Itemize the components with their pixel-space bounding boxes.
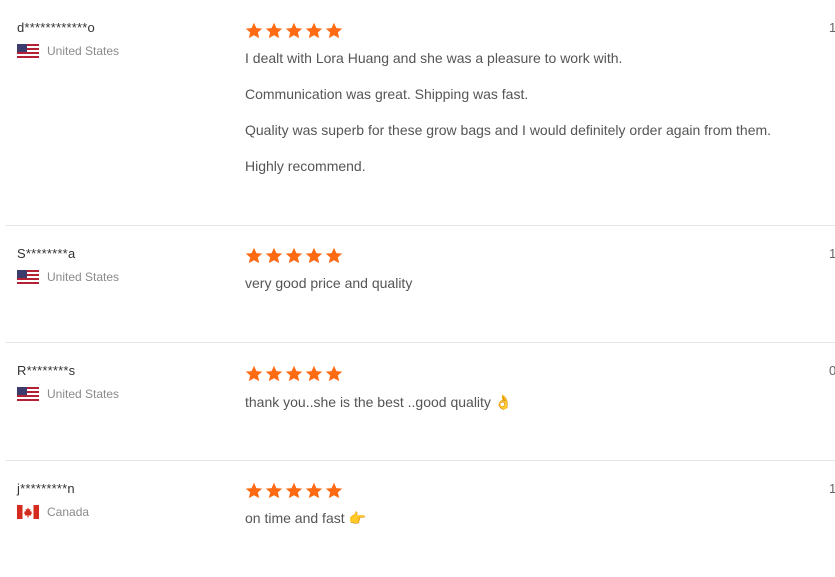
reviewer-info: d************o United States [17, 20, 119, 58]
star-rating [245, 365, 825, 383]
reviewer-name: R********s [17, 363, 76, 378]
review-text-line: Quality was superb for these grow bags a… [245, 122, 772, 138]
review-text-line: I dealt with Lora Huang and she was a pl… [245, 50, 623, 66]
us-flag-icon [17, 44, 39, 58]
reviewer-country: United States [17, 44, 119, 58]
reviewer-info: j*********n Canada [17, 481, 89, 519]
reviewer-name: j*********n [17, 481, 75, 496]
star-icon [305, 482, 323, 499]
reviewer-info: S********a United States [17, 246, 119, 284]
canada-flag-icon [17, 505, 39, 519]
review-text-line: Communication was great. Shipping was fa… [245, 86, 529, 102]
star-icon [325, 365, 343, 382]
country-label: United States [47, 387, 120, 401]
review-content: thank you..she is the best ..good qualit… [245, 365, 825, 411]
star-icon [285, 22, 303, 39]
star-icon [245, 365, 263, 382]
star-icon [285, 482, 303, 499]
review-item: j*********n Canada on time and fast 👉 1 [6, 481, 835, 571]
star-icon [285, 365, 303, 382]
star-icon [245, 482, 263, 499]
star-icon [245, 247, 263, 264]
star-icon [285, 247, 303, 264]
star-icon [305, 22, 323, 39]
star-icon [265, 247, 283, 264]
review-item: d************o United States I dealt wit… [6, 20, 835, 226]
reviewer-country: Canada [17, 505, 89, 519]
review-item: R********s United States thank you..she … [6, 363, 835, 461]
review-text-line: very good price and quality [245, 275, 413, 291]
star-icon [325, 247, 343, 264]
review-content: very good price and quality [245, 247, 825, 292]
reviewer-country: United States [17, 387, 119, 401]
us-flag-icon [17, 387, 39, 401]
side-value: 1 [829, 246, 835, 261]
star-rating [245, 247, 825, 265]
review-text-line: Highly recommend. [245, 158, 366, 174]
reviewer-name: S********a [17, 246, 76, 261]
review-text-line: on time and fast 👉 [245, 510, 366, 526]
star-icon [305, 365, 323, 382]
review-text-line: thank you..she is the best ..good qualit… [245, 394, 513, 410]
star-icon [245, 22, 263, 39]
side-value: 1 [829, 481, 835, 496]
star-icon [265, 482, 283, 499]
country-label: United States [47, 44, 120, 58]
country-label: United States [47, 270, 120, 284]
star-rating [245, 482, 825, 500]
review-content: on time and fast 👉 [245, 482, 825, 527]
reviewer-name: d************o [17, 20, 95, 35]
star-rating [245, 22, 825, 40]
star-icon [265, 365, 283, 382]
reviewer-info: R********s United States [17, 363, 119, 401]
star-icon [305, 247, 323, 264]
review-item: S********a United States very good price… [6, 246, 835, 343]
star-icon [325, 482, 343, 499]
star-icon [265, 22, 283, 39]
us-flag-icon [17, 270, 39, 284]
side-value: 1 [829, 20, 835, 35]
country-label: Canada [47, 505, 90, 519]
star-icon [325, 22, 343, 39]
review-content: I dealt with Lora Huang and she was a pl… [245, 22, 825, 175]
side-value: 0 [829, 363, 835, 378]
reviewer-country: United States [17, 270, 119, 284]
